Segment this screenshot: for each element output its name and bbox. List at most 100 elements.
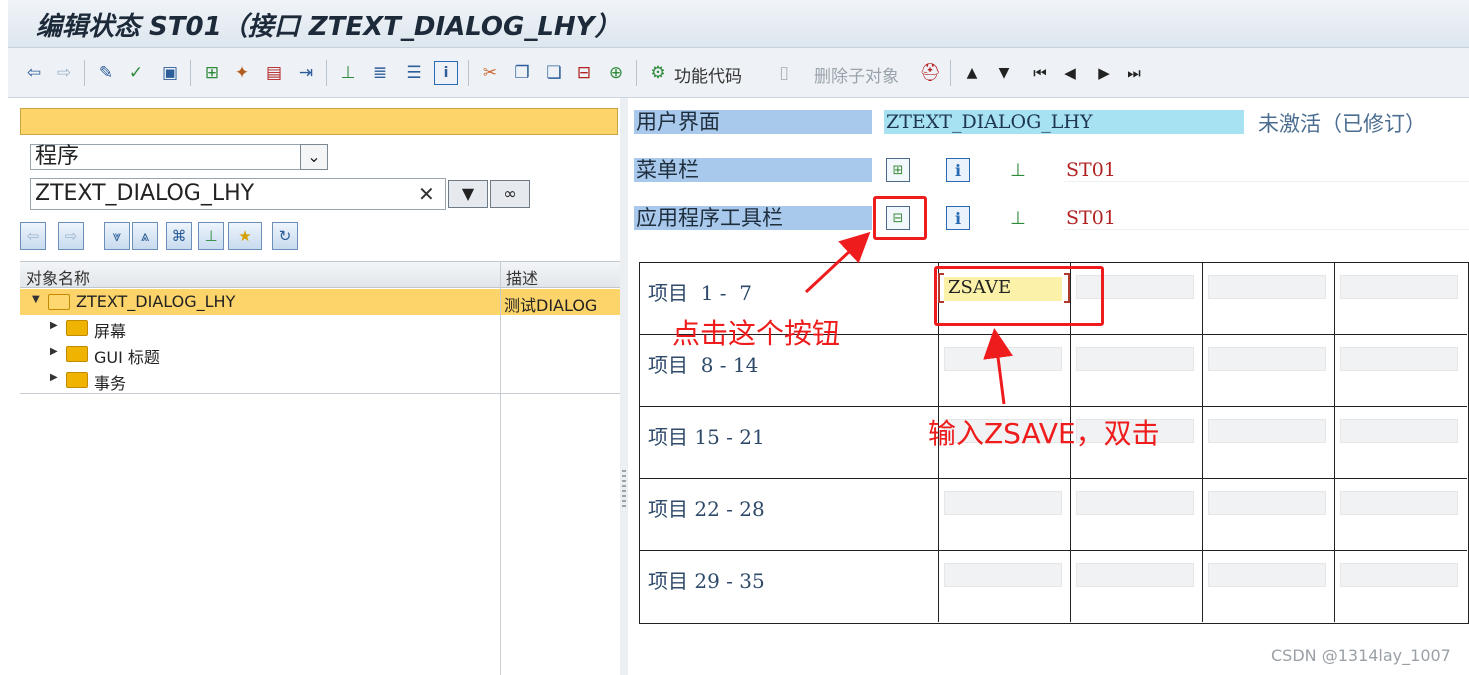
tree-row-label: 屏幕	[94, 322, 127, 341]
previous-page-icon[interactable]: ◀	[1058, 61, 1082, 85]
function-code-cell[interactable]	[1340, 419, 1458, 443]
object-tree: 对象名称 描述 ▼ ZTEXT_DIALOG_LHY 测试DIALOG ▶ 屏幕…	[20, 261, 620, 675]
item-row: 项目 29 - 35	[640, 551, 1467, 623]
hierarchy-icon[interactable]: ⊥	[1006, 158, 1030, 182]
tree-row-program[interactable]: ▼ ZTEXT_DIALOG_LHY 测试DIALOG	[20, 289, 620, 315]
hierarchy-icon[interactable]: ⊥	[336, 61, 360, 85]
last-page-icon[interactable]: ⏭	[1122, 61, 1146, 85]
display-object-list-icon[interactable]: ▤	[262, 61, 286, 85]
list-icon[interactable]: ☰	[402, 61, 426, 85]
check-icon[interactable]: ✓	[124, 61, 148, 85]
paste-icon[interactable]: ❏	[542, 61, 566, 85]
object-type-select[interactable]: 程序	[30, 144, 326, 170]
where-used-icon[interactable]: ⊞	[200, 61, 224, 85]
hierarchy-icon[interactable]: ⊥	[198, 222, 224, 250]
user-interface-value: ZTEXT_DIALOG_LHY	[884, 110, 1244, 134]
function-code-cell[interactable]	[944, 491, 1062, 515]
refresh-icon[interactable]: ↻	[272, 222, 298, 250]
forward-icon[interactable]: ⇨	[52, 61, 76, 85]
function-code-cell[interactable]	[1340, 347, 1458, 371]
folder-icon	[66, 346, 88, 362]
tree-row-gui-titles[interactable]: ▶ GUI 标题	[20, 341, 620, 367]
watermark: CSDN @1314lay_1007	[1271, 646, 1451, 665]
column-header-description: 描述	[506, 269, 539, 288]
tree-row-screens[interactable]: ▶ 屏幕	[20, 315, 620, 341]
menu-bar-status[interactable]: ST01	[1064, 158, 1469, 182]
info-icon[interactable]: i	[946, 206, 970, 230]
collapse-icon[interactable]: ⩓	[132, 222, 158, 250]
expand-icon[interactable]: ⩔	[104, 222, 130, 250]
collapsed-arrow-icon[interactable]: ▶	[50, 372, 58, 383]
function-code-cell[interactable]	[944, 347, 1062, 371]
function-code-cell[interactable]	[1340, 491, 1458, 515]
navigate-icon[interactable]: ⇥	[294, 61, 318, 85]
tree-row-label: 事务	[94, 374, 127, 393]
info-icon[interactable]: i	[946, 158, 970, 182]
menu-painter-editor: 用户界面 ZTEXT_DIALOG_LHY 未激活（已修订） 菜单栏 ⊞ i ⊥…	[628, 98, 1469, 675]
panel-splitter[interactable]	[620, 98, 628, 675]
annotation-box-button	[873, 196, 927, 240]
activate-icon[interactable]: ▣	[158, 61, 182, 85]
copy-icon[interactable]: ❐	[510, 61, 534, 85]
delete-row-icon[interactable]: ⊟	[572, 61, 596, 85]
function-code-cell[interactable]	[1076, 563, 1194, 587]
item-row-label: 项目 8 - 14	[648, 353, 759, 377]
favorites-icon[interactable]: ★	[228, 222, 262, 250]
insert-icon[interactable]: ⊕	[604, 61, 628, 85]
first-page-icon[interactable]: ⏮	[1028, 61, 1052, 85]
collapsed-arrow-icon[interactable]: ▶	[50, 320, 58, 331]
tree-row-description: 测试DIALOG	[504, 296, 598, 315]
function-code-cell[interactable]	[1208, 275, 1326, 299]
item-row-label: 项目 15 - 21	[648, 425, 765, 449]
function-code-cell[interactable]	[944, 563, 1062, 587]
function-code-cell[interactable]	[1076, 491, 1194, 515]
window-title: 编辑状态 ST01（接口 ZTEXT_DIALOG_LHY）	[36, 12, 621, 42]
down-icon[interactable]: ▼	[992, 61, 1016, 85]
object-navigator: 程序 ⌄ ZTEXT_DIALOG_LHY ✕ ▼ ∞ ⇦ ⇨ ⩔ ⩓ ⌘ ⊥ …	[8, 98, 620, 675]
navigator-header-bar	[20, 108, 618, 135]
tree-header: 对象名称 描述	[20, 262, 620, 288]
function-code-cell[interactable]	[1208, 419, 1326, 443]
next-page-icon[interactable]: ▶	[1092, 61, 1116, 85]
folder-icon	[66, 372, 88, 388]
glasses-display-button[interactable]: ∞	[490, 180, 530, 208]
nav-back-icon[interactable]: ⇦	[20, 222, 46, 250]
function-code-cell[interactable]	[1340, 563, 1458, 587]
chevron-down-icon[interactable]: ⌄	[300, 144, 328, 170]
expanded-arrow-icon[interactable]: ▼	[32, 294, 40, 305]
item-row-label: 项目 22 - 28	[648, 497, 765, 521]
close-icon[interactable]: ✕	[418, 182, 435, 206]
nav-forward-icon[interactable]: ⇨	[58, 222, 84, 250]
back-icon[interactable]: ⇦	[22, 61, 46, 85]
object-name-input[interactable]: ZTEXT_DIALOG_LHY	[30, 178, 446, 210]
application-toolbar: ⇦ ⇨ ✎ ✓ ▣ ⊞ ✦ ▤ ⇥ ⊥ ≣ ☰ i ✂ ❐ ❏ ⊟ ⊕ ⚙ 功能…	[8, 48, 1469, 98]
hierarchy-icon[interactable]: ⊥	[1006, 206, 1030, 230]
dropdown-button[interactable]: ▼	[448, 180, 488, 208]
expand-menu-bar-icon[interactable]: ⊞	[886, 158, 910, 182]
activation-status: 未激活（已修订）	[1258, 112, 1426, 136]
other-object-icon[interactable]: ✎	[94, 61, 118, 85]
function-code-icon[interactable]: ⚙	[646, 61, 670, 85]
function-code-cell[interactable]	[1208, 563, 1326, 587]
app-toolbar-status[interactable]: ST01	[1064, 206, 1469, 230]
cut-icon[interactable]: ✂	[478, 61, 502, 85]
user-interface-label: 用户界面	[634, 110, 872, 134]
annotation-click-button: 点击这个按钮	[672, 317, 841, 350]
function-code-cell[interactable]	[1340, 275, 1458, 299]
align-icon[interactable]: ≣	[368, 61, 392, 85]
item-row-label: 项目 1 - 7	[648, 281, 752, 305]
annotation-box-cell	[934, 266, 1104, 326]
info-icon[interactable]: i	[434, 61, 458, 85]
function-code-cell[interactable]	[1208, 491, 1326, 515]
function-code-cell[interactable]	[1208, 347, 1326, 371]
collapsed-arrow-icon[interactable]: ▶	[50, 346, 58, 357]
binoculars-icon[interactable]: ⌘	[166, 222, 192, 250]
wizard-icon[interactable]: ✦	[230, 61, 254, 85]
delete-subobject-button: 删除子对象	[814, 67, 899, 87]
hat-icon[interactable]: ⛑	[918, 61, 942, 85]
function-code-cell[interactable]	[1076, 347, 1194, 371]
tree-row-transactions[interactable]: ▶ 事务	[20, 367, 620, 393]
app-toolbar-label: 应用程序工具栏	[634, 206, 872, 230]
function-code-button[interactable]: 功能代码	[674, 62, 742, 87]
up-icon[interactable]: ▲	[960, 61, 984, 85]
